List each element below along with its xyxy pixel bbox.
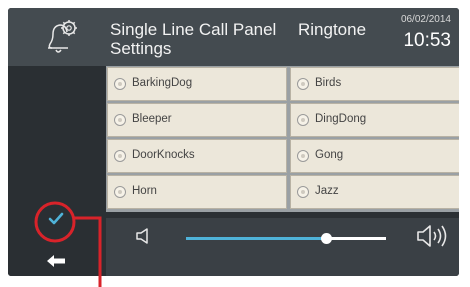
- ringtone-label: Horn: [132, 185, 157, 197]
- bell-gear-icon: [48, 20, 77, 53]
- volume-up-icon[interactable]: [415, 222, 451, 250]
- page-title: Single Line Call Panel Settings Ringtone: [110, 20, 410, 58]
- check-icon[interactable]: [48, 212, 64, 226]
- settings-panel: Single Line Call Panel Settings Ringtone…: [8, 8, 459, 276]
- time-display: 10:53: [403, 30, 451, 51]
- ringtone-option[interactable]: DingDong: [290, 103, 459, 137]
- ringtone-label: Jazz: [315, 185, 339, 197]
- radio-button[interactable]: [297, 78, 309, 90]
- ringtone-label: DingDong: [315, 113, 367, 125]
- volume-down-icon[interactable]: [134, 226, 154, 246]
- radio-button[interactable]: [114, 150, 126, 162]
- radio-button[interactable]: [114, 186, 126, 198]
- ringtone-label: BarkingDog: [132, 77, 193, 89]
- radio-button[interactable]: [297, 150, 309, 162]
- ringtone-option[interactable]: Jazz: [290, 175, 459, 209]
- ringtone-option[interactable]: Gong: [290, 139, 459, 173]
- ringtone-label: DoorKnocks: [132, 149, 195, 161]
- volume-bar: [106, 218, 459, 276]
- radio-button[interactable]: [297, 114, 309, 126]
- ringtone-option[interactable]: Bleeper: [107, 103, 287, 137]
- ringtone-option[interactable]: Birds: [290, 67, 459, 101]
- ringtone-list: BarkingDog Birds Bleeper DingDong DoorKn…: [106, 66, 459, 212]
- ringtone-label: Bleeper: [132, 113, 172, 125]
- radio-button[interactable]: [297, 186, 309, 198]
- volume-slider-fill: [186, 237, 326, 240]
- ringtone-label: Birds: [315, 77, 342, 89]
- radio-button[interactable]: [114, 114, 126, 126]
- volume-slider-thumb[interactable]: [320, 233, 332, 244]
- date-display: 06/02/2014: [400, 14, 451, 25]
- radio-button[interactable]: [114, 78, 126, 90]
- ringtone-option[interactable]: DoorKnocks: [107, 139, 287, 173]
- arrow-left-icon[interactable]: [46, 254, 66, 268]
- sidebar: [8, 66, 100, 276]
- ringtone-option[interactable]: BarkingDog: [107, 67, 287, 101]
- ringtone-label: Gong: [315, 149, 344, 161]
- header-bar: Single Line Call Panel Settings Ringtone…: [8, 8, 459, 66]
- title-line-2: Settings: [110, 39, 172, 58]
- title-ringtone: Ringtone: [298, 20, 367, 39]
- ringtone-option[interactable]: Horn: [107, 175, 287, 209]
- volume-slider[interactable]: [186, 233, 386, 244]
